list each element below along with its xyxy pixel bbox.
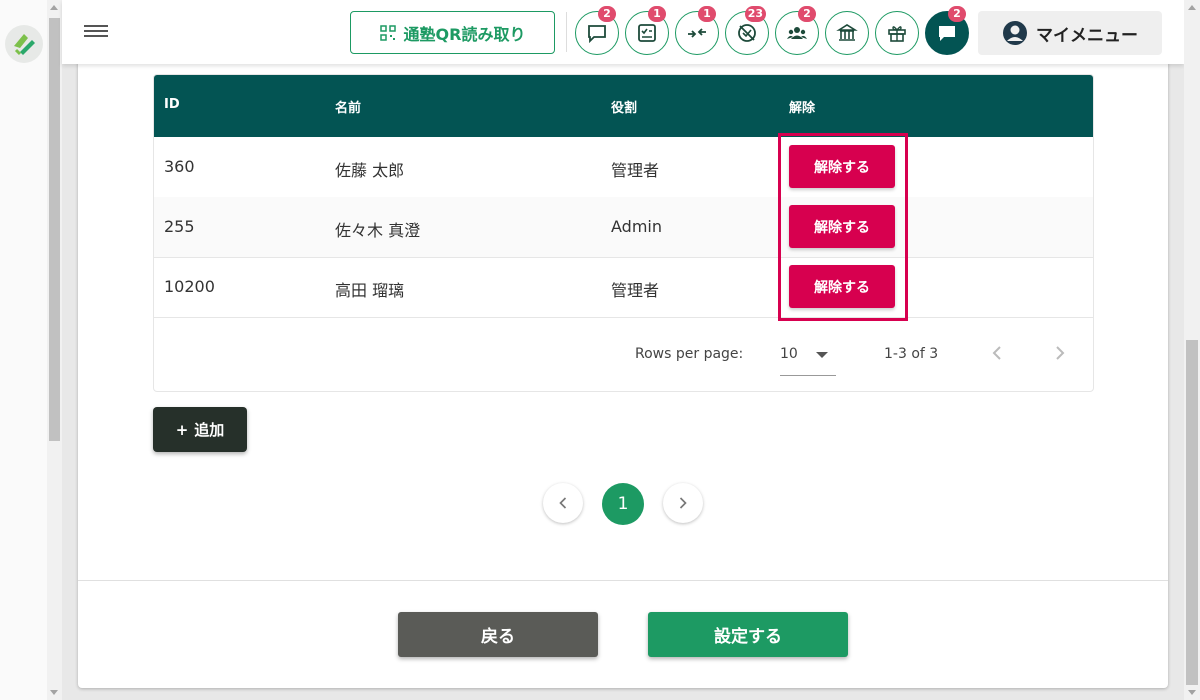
members-table: ID 名前 役割 解除 360 佐藤 太郎 管理者 解除する 255 佐々木 真… — [153, 74, 1094, 392]
qr-scan-button[interactable]: 通塾QR読み取り — [350, 11, 555, 54]
school-icon — [836, 24, 858, 41]
hamburger-menu-icon[interactable] — [84, 22, 108, 42]
group-badge: 2 — [798, 6, 816, 22]
chat-badge: 2 — [598, 6, 616, 22]
right-scrollbar-thumb[interactable] — [1186, 340, 1198, 685]
message-icon — [939, 26, 955, 41]
left-rail — [0, 0, 48, 700]
right-scrollbar[interactable] — [1184, 0, 1200, 700]
transfer-button[interactable]: 1 — [675, 6, 719, 55]
chevron-right-icon — [679, 497, 687, 509]
remove-button[interactable]: 解除する — [789, 145, 895, 188]
checklist-icon — [638, 24, 656, 42]
transfer-arrows-icon — [688, 28, 706, 38]
checklist-button[interactable]: 1 — [625, 6, 669, 55]
add-button[interactable]: + 追加 — [153, 407, 247, 452]
page-range-text: 1-3 of 3 — [884, 346, 939, 362]
cell-role: 管理者 — [611, 161, 660, 180]
no-attendance-button[interactable]: 23 — [725, 6, 769, 55]
school-button[interactable] — [825, 11, 869, 55]
qr-code-icon — [379, 24, 396, 41]
column-header-role: 役割 — [611, 101, 638, 116]
chevron-down-icon — [816, 352, 828, 358]
group-button[interactable]: 2 — [775, 6, 819, 55]
gift-icon — [888, 26, 906, 42]
table-pagination: Rows per page: 10 1-3 of 3 — [154, 319, 1093, 391]
rows-per-page-select[interactable]: 10 — [780, 337, 836, 376]
plus-icon: + — [175, 420, 189, 439]
top-app-bar: 通塾QR読み取り 2 1 1 23 2 2 マイメニュー — [62, 0, 1184, 64]
my-menu-label: マイメニュー — [1036, 25, 1138, 46]
chat-bubble-button[interactable]: 2 — [575, 6, 619, 55]
qr-scan-label: 通塾QR読み取り — [403, 24, 526, 44]
group-icon — [787, 27, 807, 39]
transfer-badge: 1 — [698, 6, 716, 22]
footer-divider — [78, 580, 1168, 581]
column-header-id: ID — [164, 97, 180, 112]
checklist-badge: 1 — [648, 6, 666, 22]
column-header-remove: 解除 — [789, 101, 816, 116]
cell-name: 佐々木 真澄 — [335, 221, 421, 240]
left-scrollbar[interactable] — [47, 0, 62, 700]
chevron-left-icon[interactable] — [985, 341, 1009, 365]
table-row: 10200 高田 瑠璃 管理者 解除する — [154, 257, 1093, 318]
my-menu-button[interactable]: マイメニュー — [978, 11, 1162, 55]
chat-bubble-icon — [588, 25, 606, 44]
chevron-left-icon — [559, 497, 567, 509]
column-header-name: 名前 — [335, 101, 362, 116]
table-header: ID 名前 役割 解除 — [154, 75, 1093, 137]
no-attendance-icon — [738, 24, 756, 42]
remove-button[interactable]: 解除する — [789, 205, 895, 248]
submit-button[interactable]: 設定する — [648, 612, 848, 657]
account-circle-icon — [1003, 21, 1027, 45]
table-row: 255 佐々木 真澄 Admin 解除する — [154, 197, 1093, 258]
gift-button[interactable] — [875, 11, 919, 55]
prev-page-button[interactable] — [543, 483, 583, 523]
left-scrollbar-thumb[interactable] — [49, 18, 60, 441]
cell-id: 360 — [164, 157, 195, 176]
cell-name: 佐藤 太郎 — [335, 161, 405, 180]
remove-button[interactable]: 解除する — [789, 265, 895, 308]
rows-per-page-label: Rows per page: — [635, 346, 744, 362]
no-attendance-badge: 23 — [744, 6, 766, 22]
cell-role: 管理者 — [611, 281, 660, 300]
app-logo-icon[interactable] — [5, 25, 43, 63]
chevron-right-icon[interactable] — [1048, 341, 1072, 365]
back-button[interactable]: 戻る — [398, 612, 598, 657]
next-page-button[interactable] — [663, 483, 703, 523]
cell-id: 255 — [164, 217, 195, 236]
cell-id: 10200 — [164, 277, 215, 296]
message-badge: 2 — [948, 6, 966, 22]
cell-role: Admin — [611, 217, 662, 236]
rows-per-page-value: 10 — [780, 346, 798, 362]
current-page-button[interactable]: 1 — [602, 483, 644, 525]
cell-name: 高田 瑠璃 — [335, 281, 405, 300]
toolbar-divider — [566, 12, 567, 52]
table-row: 360 佐藤 太郎 管理者 解除する — [154, 137, 1093, 198]
message-button[interactable]: 2 — [925, 6, 969, 55]
add-button-label: 追加 — [194, 421, 225, 439]
